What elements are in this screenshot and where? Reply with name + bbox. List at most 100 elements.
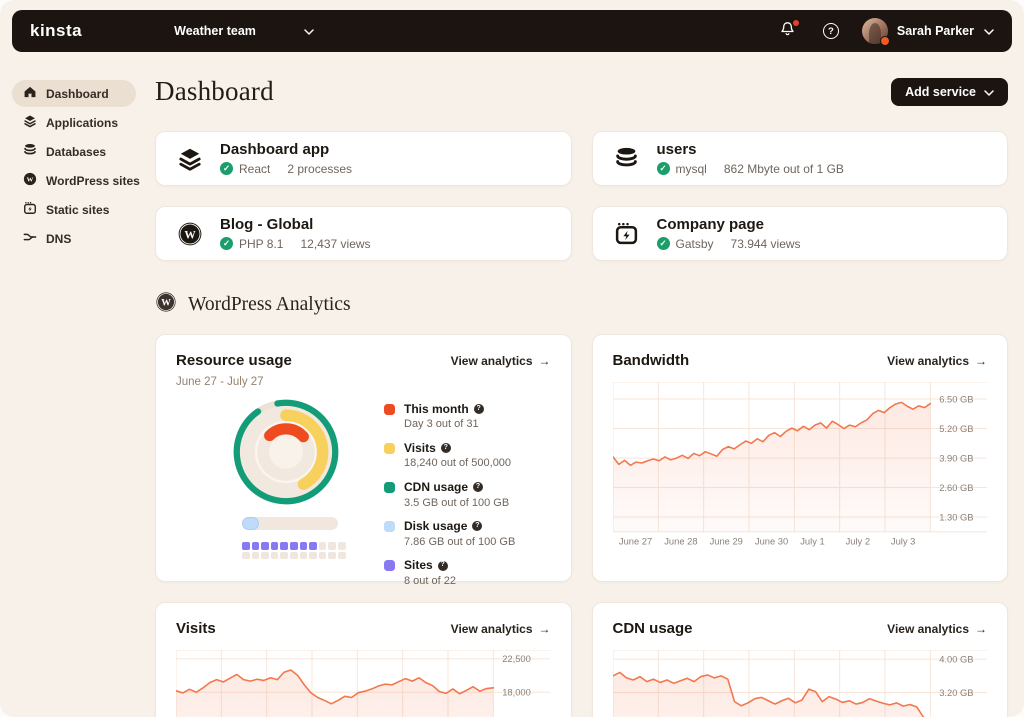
static-site-icon [23, 201, 37, 218]
service-card-dashboard-app[interactable]: Dashboard app ✓ React 2 processes [155, 131, 572, 186]
service-detail: 73.944 views [730, 236, 801, 251]
wordpress-icon: W [23, 172, 37, 189]
arrow-right-icon: → [538, 353, 551, 368]
svg-text:July 2: July 2 [845, 537, 869, 547]
analytics-section-header: W WordPress Analytics [155, 291, 1008, 318]
notifications-button[interactable] [778, 20, 799, 41]
date-range: June 27 - July 27 [176, 376, 264, 388]
svg-text:3.20 GB: 3.20 GB [939, 688, 973, 698]
site-square [251, 551, 260, 560]
avatar [861, 18, 890, 46]
site-square [261, 551, 269, 560]
team-selector-label: Weather team [174, 24, 256, 38]
help-icon[interactable]: ? [472, 521, 483, 532]
view-analytics-link[interactable]: View analytics → [887, 354, 987, 368]
legend-swatch [384, 521, 395, 533]
avatar-status-badge [879, 36, 890, 46]
sidebar-item-applications[interactable]: Applications [12, 109, 136, 136]
sidebar-item-dns[interactable]: DNS [12, 225, 136, 252]
site-square [318, 551, 327, 560]
kinsta-logo[interactable]: kinsta [30, 21, 82, 41]
card-title: Resource usage [176, 352, 292, 369]
service-status-text: PHP 8.1 [239, 236, 284, 251]
svg-text:W: W [27, 176, 34, 183]
site-square [289, 551, 298, 560]
legend-item: CDN usage? 3.5 GB out of 100 GB [384, 480, 551, 510]
svg-text:4.00 GB: 4.00 GB [939, 655, 973, 665]
legend-item: Sites? 8 out of 22 [384, 558, 551, 588]
sidebar-item-databases[interactable]: Databases [12, 138, 136, 165]
analytics-section-title: WordPress Analytics [188, 293, 351, 315]
svg-text:5.20 GB: 5.20 GB [939, 424, 973, 434]
resource-usage-legend: This month? Day 3 out of 31 Visits? 18,2… [384, 394, 551, 597]
svg-text:June 27: June 27 [618, 537, 651, 547]
resource-usage-card: Resource usage View analytics → June 27 … [155, 334, 572, 587]
svg-text:1.30 GB: 1.30 GB [939, 512, 973, 522]
service-card-company-page[interactable]: Company page ✓ Gatsby 73.944 views [591, 206, 1008, 261]
sidebar-item-wordpress-sites[interactable]: W WordPress sites [12, 167, 140, 194]
service-card-users[interactable]: users ✓ mysql 862 Mbyte out of 1 GB [591, 131, 1008, 186]
site-square [280, 542, 288, 550]
view-analytics-link[interactable]: View analytics → [451, 354, 551, 368]
page-title: Dashboard [155, 76, 274, 106]
arrow-right-icon: → [538, 621, 551, 636]
service-detail: 2 processes [287, 161, 353, 176]
sidebar-item-static-sites[interactable]: Static sites [12, 196, 136, 223]
service-status-text: mysql [675, 161, 707, 176]
resource-usage-donut [230, 396, 342, 508]
services-grid: Dashboard app ✓ React 2 processes users [155, 131, 1008, 261]
help-icon[interactable]: ? [437, 560, 448, 571]
help-icon[interactable]: ? [473, 482, 484, 493]
help-icon: ? [822, 23, 839, 39]
service-name: Company page [656, 216, 765, 233]
sidebar-item-dashboard[interactable]: Dashboard [12, 80, 136, 107]
user-menu[interactable]: Sarah Parker [861, 18, 994, 46]
analytics-grid: Resource usage View analytics → June 27 … [155, 334, 1008, 717]
svg-text:3.90 GB: 3.90 GB [939, 453, 973, 463]
chevron-down-icon [304, 24, 314, 38]
chevron-down-icon [984, 85, 994, 99]
dns-icon [23, 230, 37, 247]
bandwidth-card: Bandwidth View analytics → 6.50 GB 5.20 G… [591, 334, 1008, 582]
help-icon[interactable]: ? [473, 404, 484, 415]
site-square [337, 551, 346, 560]
sidebar-item-label: WordPress sites [46, 173, 140, 188]
service-card-blog-global[interactable]: W Blog - Global ✓ PHP 8.1 12,437 views [155, 206, 572, 261]
help-icon[interactable]: ? [440, 443, 451, 454]
visits-card: Visits View analytics → 22,500 18,000 [155, 602, 572, 717]
help-button[interactable]: ? [821, 21, 841, 41]
site-square [328, 551, 336, 560]
kinsta-dashboard-page: kinsta Weather team ? Sarah Parker Dashb… [0, 0, 1024, 717]
arrow-right-icon: → [975, 353, 987, 368]
static-site-icon [613, 221, 640, 246]
svg-text:W: W [161, 298, 171, 309]
add-service-button[interactable]: Add service [891, 77, 1008, 106]
svg-text:6.50 GB: 6.50 GB [939, 394, 973, 404]
svg-text:June 29: June 29 [709, 537, 742, 547]
topbar-actions: ? Sarah Parker [778, 18, 994, 46]
bandwidth-chart: 6.50 GB 5.20 GB 3.90 GB 2.60 GB 1.30 GB June … [612, 382, 988, 550]
service-detail: 862 Mbyte out of 1 GB [723, 161, 844, 176]
site-square [309, 542, 317, 550]
view-analytics-link[interactable]: View analytics → [451, 622, 551, 636]
main-content: Dashboard Add service Dashboard app ✓ Re… [148, 52, 1024, 717]
svg-text:July 3: July 3 [890, 537, 914, 547]
legend-item: This month? Day 3 out of 31 [384, 402, 551, 432]
site-square [270, 542, 279, 550]
site-square [309, 551, 317, 560]
card-title: Bandwidth [612, 352, 690, 369]
legend-item: Disk usage? 7.86 GB out of 100 GB [384, 519, 551, 549]
status-check-icon: ✓ [656, 162, 670, 175]
site-square [280, 551, 288, 560]
service-name: users [656, 141, 697, 158]
view-analytics-link[interactable]: View analytics → [887, 622, 987, 636]
service-detail: 12,437 views [300, 236, 371, 251]
chevron-down-icon [984, 22, 994, 40]
team-selector[interactable]: Weather team [174, 24, 314, 38]
svg-text:W: W [184, 229, 196, 241]
arrow-right-icon: → [975, 621, 987, 636]
layers-icon [176, 146, 203, 172]
notification-badge [792, 20, 799, 26]
site-square [242, 551, 250, 560]
svg-text:22,500: 22,500 [502, 654, 531, 664]
